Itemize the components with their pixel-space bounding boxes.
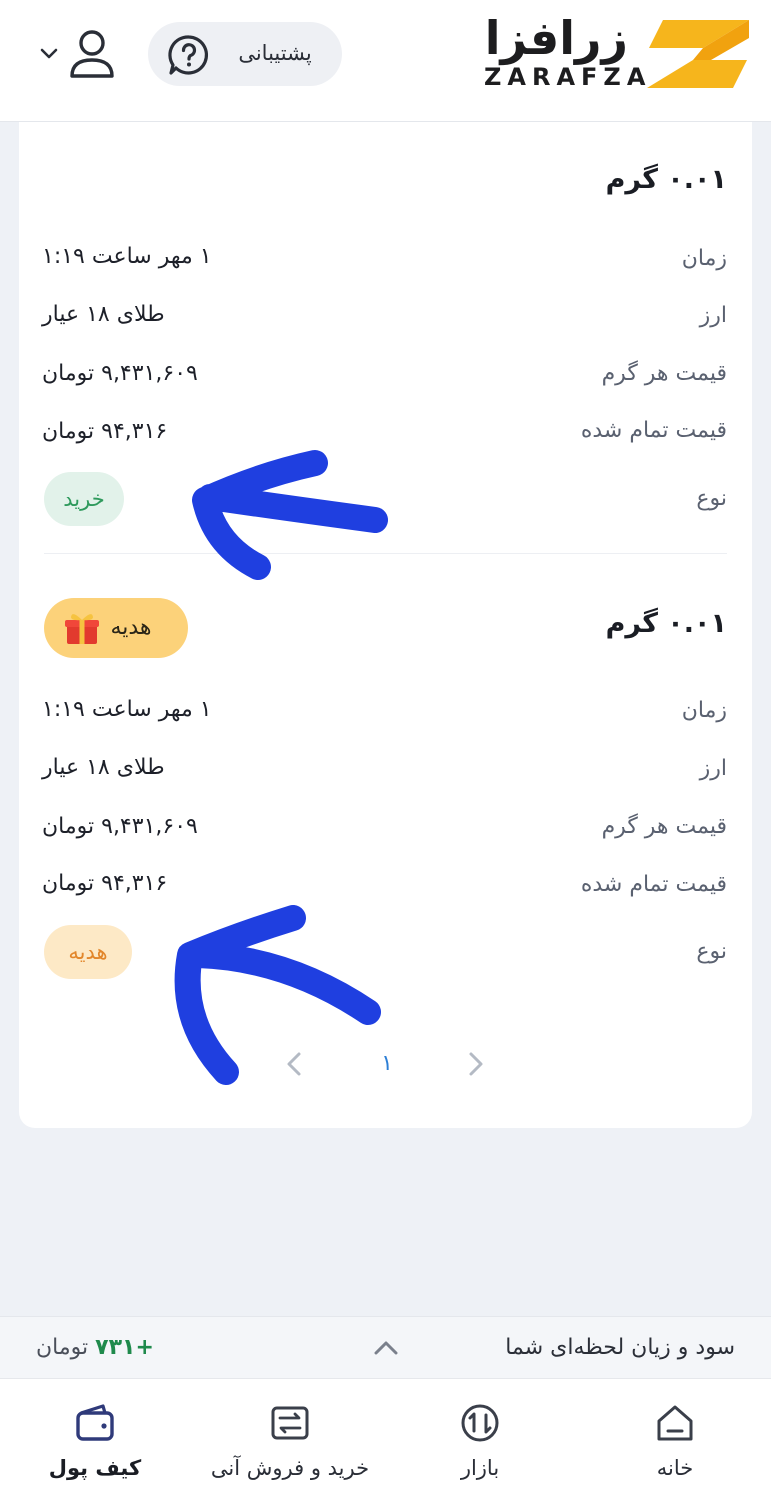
- wallet-icon: [76, 1404, 114, 1441]
- profit-loss-value: +۷۳۱ تومان: [36, 1317, 176, 1379]
- transaction-item: ۰.۰۱ گرم زمان ۱ مهر ساعت ۱:۱۹ ارز طلای ۱…: [19, 122, 752, 554]
- nav-item-market[interactable]: بازار: [425, 1379, 535, 1500]
- nav-item-wallet[interactable]: کیف پول: [40, 1379, 150, 1500]
- nav-item-instant-trade[interactable]: خرید و فروش آنی: [195, 1379, 385, 1500]
- support-label: پشتیبانی: [238, 42, 312, 65]
- price-per-gram-label: قیمت هر گرم: [601, 814, 727, 839]
- home-icon: [657, 1405, 693, 1441]
- currency-value: طلای ۱۸ عیار: [42, 755, 165, 780]
- type-label: نوع: [696, 486, 727, 511]
- final-price-value: ۹۴,۳۱۶ تومان: [42, 871, 168, 896]
- support-button[interactable]: پشتیبانی: [148, 22, 342, 86]
- time-value: ۱ مهر ساعت ۱:۱۹: [42, 244, 212, 269]
- chevron-up-icon[interactable]: [372, 1337, 400, 1359]
- transaction-amount: ۰.۰۱ گرم: [605, 608, 727, 639]
- app-header: زرافزا ZARAFZA پشتیبانی: [0, 0, 771, 122]
- profit-loss-label: سود و زیان لحظه‌ای شما: [505, 1335, 735, 1360]
- price-per-gram-label: قیمت هر گرم: [601, 361, 727, 386]
- final-price-label: قیمت تمام شده: [580, 418, 727, 443]
- nav-label-market: بازار: [460, 1456, 500, 1480]
- gift-icon: [65, 614, 99, 644]
- profit-loss-unit: تومان: [36, 1335, 89, 1360]
- bottom-nav: خانه بازار خرید و فروش آنی کیف پول: [0, 1378, 771, 1500]
- profit-loss-bar[interactable]: سود و زیان لحظه‌ای شما +۷۳۱ تومان: [0, 1316, 771, 1378]
- gift-badge-label: هدیه: [110, 615, 152, 640]
- final-price-value: ۹۴,۳۱۶ تومان: [42, 419, 168, 444]
- chevron-right-icon[interactable]: [459, 1048, 491, 1080]
- nav-item-home[interactable]: خانه: [620, 1379, 730, 1500]
- chevron-down-icon: [40, 48, 58, 59]
- user-icon: [70, 30, 114, 78]
- user-menu-button[interactable]: [36, 26, 120, 82]
- transaction-item: ۰.۰۱ گرم هدیه زمان ۱ مهر ساعت ۱:۱۹ ارز ط…: [19, 554, 752, 1024]
- zarafza-logo-mark: [647, 20, 749, 88]
- price-per-gram-value: ۹,۴۳۱,۶۰۹ تومان: [42, 361, 198, 386]
- nav-label-wallet: کیف پول: [48, 1456, 142, 1480]
- transactions-card: ۰.۰۱ گرم زمان ۱ مهر ساعت ۱:۱۹ ارز طلای ۱…: [19, 122, 752, 1128]
- transaction-amount: ۰.۰۱ گرم: [605, 164, 727, 195]
- exchange-icon: [271, 1406, 309, 1440]
- time-value: ۱ مهر ساعت ۱:۱۹: [42, 697, 212, 722]
- price-per-gram-value: ۹,۴۳۱,۶۰۹ تومان: [42, 814, 198, 839]
- type-badge-buy: خرید: [44, 472, 124, 526]
- chevron-left-icon[interactable]: [279, 1048, 311, 1080]
- logo-text-fa: زرافزا: [484, 11, 628, 65]
- profit-loss-amount: +۷۳۱: [95, 1335, 154, 1360]
- currency-value: طلای ۱۸ عیار: [42, 302, 165, 327]
- final-price-label: قیمت تمام شده: [580, 872, 727, 897]
- question-chat-icon: [168, 35, 209, 75]
- type-label: نوع: [696, 939, 727, 964]
- pagination: ۱: [279, 1042, 499, 1086]
- nav-label-instant-trade: خرید و فروش آنی: [210, 1456, 370, 1480]
- gift-badge: هدیه: [44, 598, 188, 658]
- time-label: زمان: [681, 246, 727, 271]
- currency-label: ارز: [699, 756, 727, 781]
- currency-label: ارز: [699, 303, 727, 328]
- nav-label-home: خانه: [656, 1456, 694, 1480]
- swap-vertical-icon: [461, 1404, 499, 1442]
- type-badge-gift: هدیه: [44, 925, 132, 979]
- logo-text-en: ZARAFZA: [484, 63, 652, 91]
- pagination-page-current[interactable]: ۱: [371, 1042, 403, 1086]
- time-label: زمان: [681, 698, 727, 723]
